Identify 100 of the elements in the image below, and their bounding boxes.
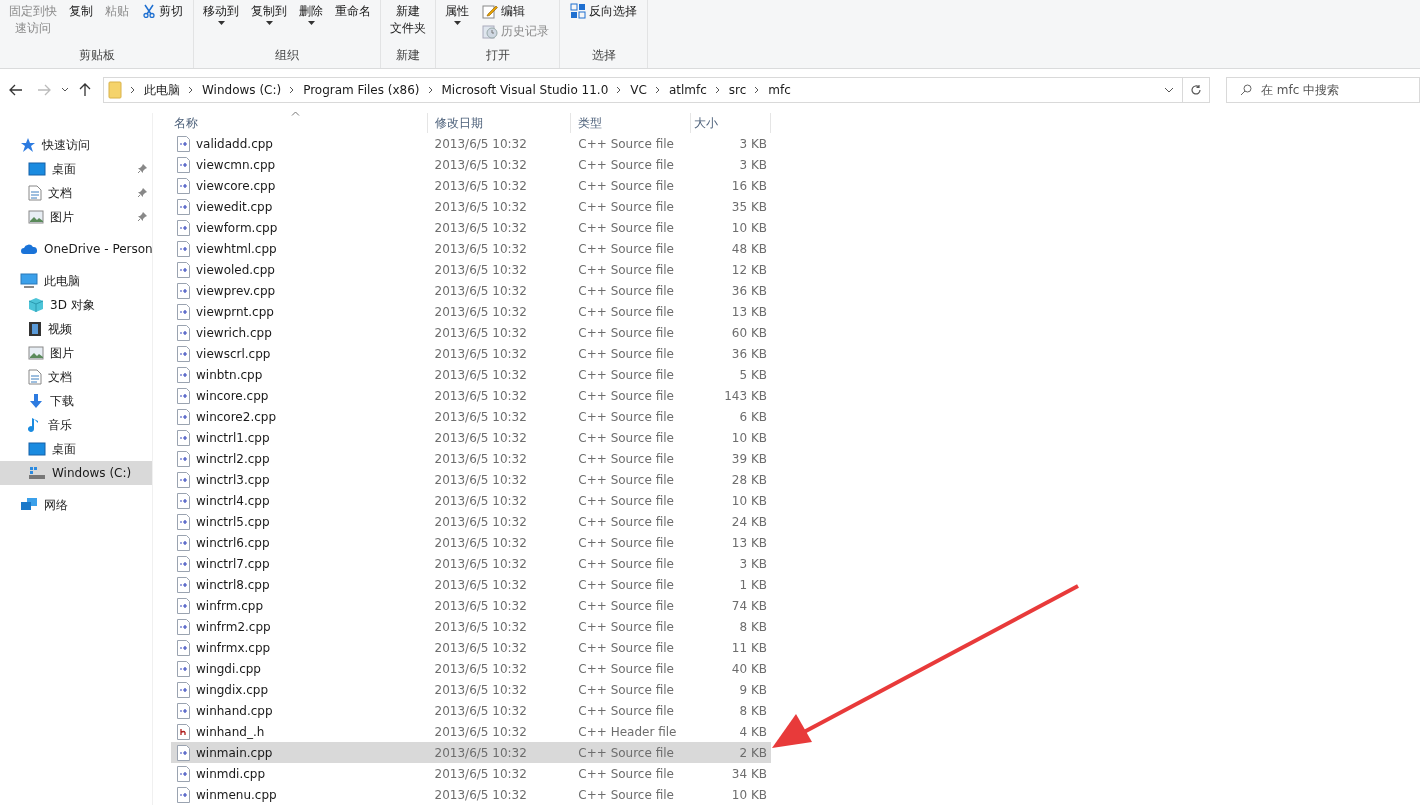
breadcrumb[interactable]: 此电脑: [144, 81, 180, 99]
ribbon-button[interactable]: 复制: [66, 0, 96, 23]
breadcrumb[interactable]: Microsoft Visual Studio 11.0: [441, 83, 609, 97]
file-name: viewhtml.cpp: [196, 241, 277, 256]
column-header[interactable]: 类型: [571, 113, 692, 133]
type-cell-text: C++ Source file: [577, 787, 675, 802]
breadcrumb[interactable]: atlmfc: [668, 83, 707, 97]
breadcrumb[interactable]: mfc: [768, 83, 791, 97]
ribbon-button[interactable]: 剪切: [138, 2, 187, 20]
file-row[interactable]: winfrm2.cpp 2013/6/5 10:32 C++ Source file 8 KB: [171, 616, 771, 637]
type-cell-text: C++ Source file: [577, 325, 675, 340]
size-cell-text: 6 KB: [738, 409, 768, 424]
ribbon-button[interactable]: 反向选择: [566, 2, 641, 20]
file-row[interactable]: winhand.cpp 2013/6/5 10:32 C++ Source file 8 KB: [171, 700, 771, 721]
back-icon[interactable]: [9, 84, 23, 96]
file-row[interactable]: winctrl3.cpp 2013/6/5 10:32 C++ Source file 28 KB: [171, 469, 771, 490]
file-row[interactable]: winmdi.cpp 2013/6/5 10:32 C++ Source file 34 KB: [171, 763, 771, 784]
date-cell-text: 2013/6/5 10:32: [433, 493, 528, 508]
sidebar-item[interactable]: 图片: [0, 205, 152, 229]
sidebar-item[interactable]: 桌面: [0, 157, 152, 181]
date-cell-text: 2013/6/5 10:32: [433, 409, 528, 424]
search-field[interactable]: 在 mfc 中搜索: [1226, 77, 1420, 103]
file-row[interactable]: winctrl8.cpp 2013/6/5 10:32 C++ Source file 1 KB: [171, 574, 771, 595]
file-name: winfrm.cpp: [196, 598, 264, 613]
type-cell-text: C++ Source file: [577, 157, 675, 172]
file-row[interactable]: winctrl4.cpp 2013/6/5 10:32 C++ Source file 10 KB: [171, 490, 771, 511]
type-cell-text: C++ Source file: [577, 367, 675, 382]
ribbon-group-label: 选择: [590, 47, 617, 64]
file-row[interactable]: wincore.cpp 2013/6/5 10:32 C++ Source file 143 KB: [171, 385, 771, 406]
caret-icon[interactable]: [61, 87, 69, 93]
sidebar-item[interactable]: OneDrive - Person: [0, 237, 152, 261]
file-row[interactable]: winmenu.cpp 2013/6/5 10:32 C++ Source file 10 KB: [171, 784, 771, 805]
refresh-button[interactable]: [1182, 77, 1210, 103]
ribbon-button[interactable]: 删除: [296, 0, 326, 28]
date-cell-text: 2013/6/5 10:32: [433, 283, 528, 298]
file-row[interactable]: wingdi.cpp 2013/6/5 10:32 C++ Source file 40 KB: [171, 658, 771, 679]
file-row[interactable]: validadd.cpp 2013/6/5 10:32 C++ Source file 3 KB: [171, 133, 771, 154]
column-header[interactable]: 大小: [691, 113, 771, 133]
file-row[interactable]: viewform.cpp 2013/6/5 10:32 C++ Source file 10 KB: [171, 217, 771, 238]
sidebar-item[interactable]: 3D 对象: [0, 293, 152, 317]
breadcrumb[interactable]: Program Files (x86): [303, 83, 420, 97]
file-row[interactable]: viewhtml.cpp 2013/6/5 10:32 C++ Source file 48 KB: [171, 238, 771, 259]
ribbon-button[interactable]: 新建 文件夹: [387, 0, 429, 40]
file-row[interactable]: winfrm.cpp 2013/6/5 10:32 C++ Source file 74 KB: [171, 595, 771, 616]
breadcrumb[interactable]: VC: [630, 83, 647, 97]
file-name: winctrl4.cpp: [196, 493, 270, 508]
sidebar-item[interactable]: 快速访问: [0, 133, 152, 157]
file-row[interactable]: wincore2.cpp 2013/6/5 10:32 C++ Source file 6 KB: [171, 406, 771, 427]
sidebar-item[interactable]: 文档: [0, 181, 152, 205]
file-name: wincore.cpp: [196, 388, 269, 403]
caret-icon: [217, 21, 225, 25]
breadcrumb[interactable]: src: [728, 83, 747, 97]
address-bar[interactable]: 此电脑 Windows (C:) Program Files (x86) Microsoft Visual Studio 11.0 VC atlmfc src mfc: [103, 77, 1183, 103]
date-cell-text: 2013/6/5 10:32: [433, 136, 528, 151]
sidebar-item[interactable]: 下载: [0, 389, 152, 413]
file-row[interactable]: viewrich.cpp 2013/6/5 10:32 C++ Source file 60 KB: [171, 322, 771, 343]
file-row[interactable]: viewprev.cpp 2013/6/5 10:32 C++ Source file 36 KB: [171, 280, 771, 301]
file-row[interactable]: wingdix.cpp 2013/6/5 10:32 C++ Source file 9 KB: [171, 679, 771, 700]
chevron-icon: [754, 86, 761, 94]
file-row[interactable]: viewscrl.cpp 2013/6/5 10:32 C++ Source file 36 KB: [171, 343, 771, 364]
file-row[interactable]: winctrl7.cpp 2013/6/5 10:32 C++ Source file 3 KB: [171, 553, 771, 574]
date-cell-text: 2013/6/5 10:32: [433, 451, 528, 466]
file-row[interactable]: viewoled.cpp 2013/6/5 10:32 C++ Source file 12 KB: [171, 259, 771, 280]
ribbon-button[interactable]: 移动到: [200, 0, 242, 28]
file-row[interactable]: viewprnt.cpp 2013/6/5 10:32 C++ Source file 13 KB: [171, 301, 771, 322]
size-cell-text: 74 KB: [730, 598, 768, 613]
type-cell-text: C++ Source file: [577, 619, 675, 634]
ribbon-button[interactable]: 属性: [442, 0, 472, 28]
sidebar-item[interactable]: Windows (C:): [0, 461, 152, 485]
file-row[interactable]: winfrmx.cpp 2013/6/5 10:32 C++ Source file 11 KB: [171, 637, 771, 658]
file-row[interactable]: winmain.cpp 2013/6/5 10:32 C++ Source file 2 KB: [171, 742, 771, 763]
sidebar-item[interactable]: 音乐: [0, 413, 152, 437]
up-icon[interactable]: [79, 83, 91, 97]
file-row[interactable]: winctrl5.cpp 2013/6/5 10:32 C++ Source file 24 KB: [171, 511, 771, 532]
sidebar-item[interactable]: 桌面: [0, 437, 152, 461]
type-cell-text: C++ Source file: [577, 220, 675, 235]
breadcrumb[interactable]: Windows (C:): [202, 83, 282, 97]
ribbon-button[interactable]: 编辑: [478, 2, 553, 20]
column-header[interactable]: 名称: [171, 113, 428, 133]
ribbon-button[interactable]: 重命名: [332, 0, 374, 23]
file-row[interactable]: winbtn.cpp 2013/6/5 10:32 C++ Source file 5 KB: [171, 364, 771, 385]
sidebar-item[interactable]: 文档: [0, 365, 152, 389]
type-cell-text: C++ Source file: [577, 745, 675, 760]
file-row[interactable]: viewcore.cpp 2013/6/5 10:32 C++ Source file 16 KB: [171, 175, 771, 196]
column-header[interactable]: 修改日期: [427, 113, 572, 133]
file-name: winctrl1.cpp: [196, 430, 270, 445]
sidebar-item[interactable]: 此电脑: [0, 269, 152, 293]
file-row[interactable]: viewedit.cpp 2013/6/5 10:32 C++ Source file 35 KB: [171, 196, 771, 217]
file-row[interactable]: winctrl2.cpp 2013/6/5 10:32 C++ Source file 39 KB: [171, 448, 771, 469]
file-row[interactable]: winctrl1.cpp 2013/6/5 10:32 C++ Source file 10 KB: [171, 427, 771, 448]
sidebar-item[interactable]: 图片: [0, 341, 152, 365]
sidebar-item[interactable]: 视频: [0, 317, 152, 341]
caret-icon[interactable]: [1164, 87, 1174, 93]
date-cell-text: 2013/6/5 10:32: [433, 682, 528, 697]
file-row[interactable]: winhand_.h 2013/6/5 10:32 C++ Header file 4 KB: [171, 721, 771, 742]
file-row[interactable]: winctrl6.cpp 2013/6/5 10:32 C++ Source file 13 KB: [171, 532, 771, 553]
ribbon-button[interactable]: 复制到: [248, 0, 290, 28]
file-name: winbtn.cpp: [196, 367, 263, 382]
file-row[interactable]: viewcmn.cpp 2013/6/5 10:32 C++ Source file 3 KB: [171, 154, 771, 175]
sidebar-item[interactable]: 网络: [0, 493, 152, 517]
